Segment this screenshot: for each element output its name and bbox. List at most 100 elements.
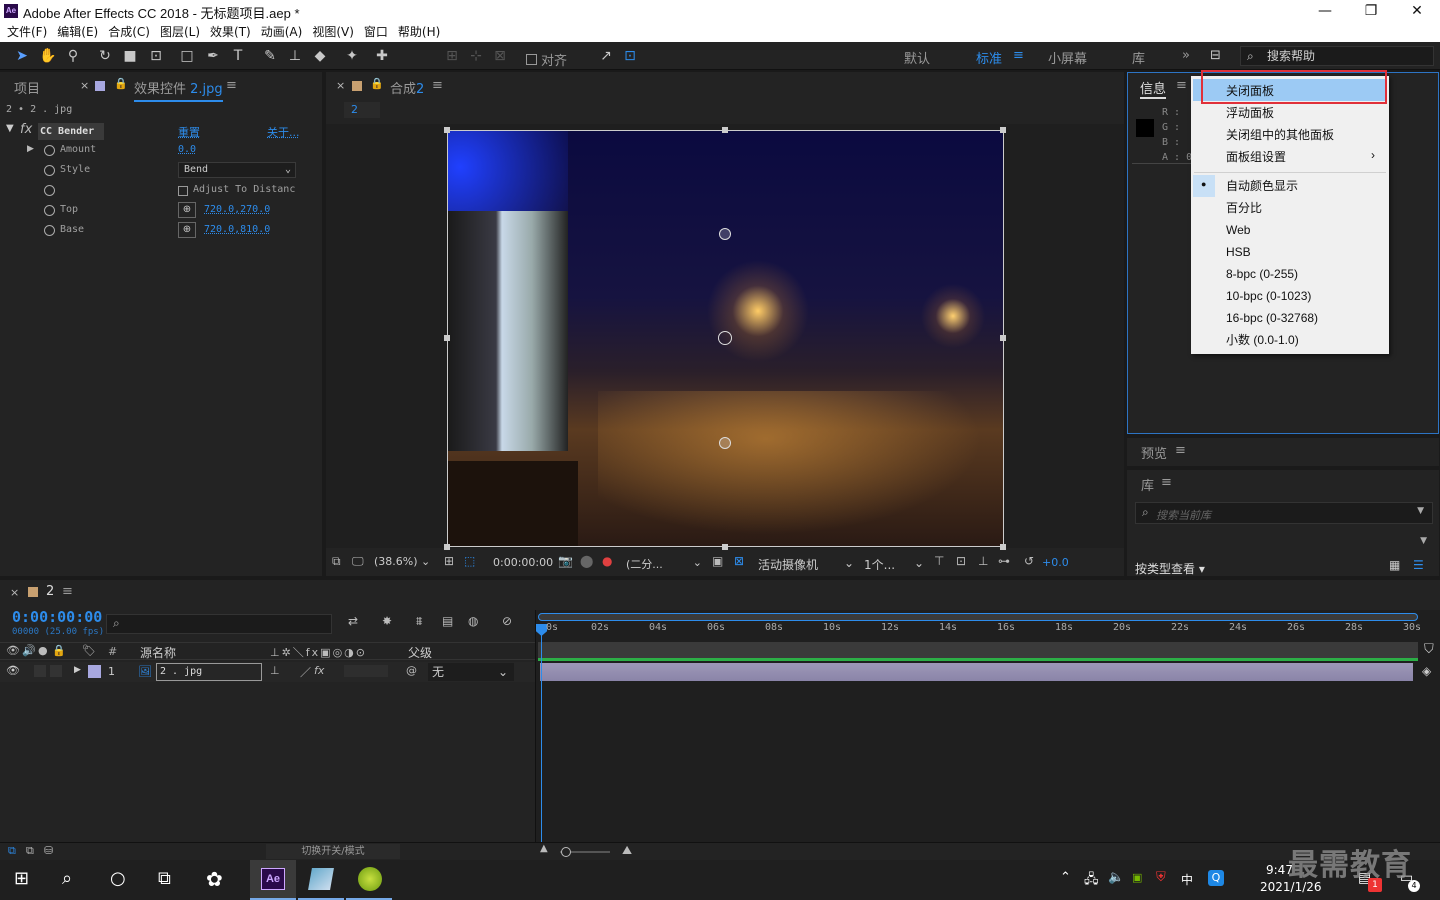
col-parent[interactable]: 父级 <box>408 644 432 661</box>
close-icon[interactable]: ✕ <box>1394 0 1440 22</box>
menu-item-percent[interactable]: 百分比 <box>1226 198 1262 218</box>
frame-blending-icon[interactable]: ▤ <box>442 614 453 628</box>
puppet-pin-tool-icon[interactable]: ✚ <box>372 46 392 66</box>
tab-info[interactable]: 信息 <box>1140 78 1167 99</box>
toggle-pixel-icon[interactable]: ⊤ <box>934 554 944 568</box>
selection-tool-icon[interactable]: ➤ <box>12 46 32 66</box>
tab-preview[interactable]: 预览 <box>1141 443 1167 462</box>
snapshot-icon[interactable]: 📷 <box>558 554 573 568</box>
adjust-checkbox[interactable] <box>178 186 188 196</box>
brush-tool-icon[interactable]: ✎ <box>260 46 280 66</box>
work-area-range[interactable] <box>538 613 1418 621</box>
graph-editor-icon[interactable]: ⊘ <box>502 614 512 628</box>
lock-icon[interactable]: 🔒 <box>370 77 384 90</box>
camera-tool-icon[interactable]: ■ <box>120 46 140 66</box>
menu-item-close-others[interactable]: 关闭组中的其他面板 <box>1226 125 1334 145</box>
world-axis-icon[interactable]: ⊹ <box>466 46 486 66</box>
video-eye-icon[interactable]: 👁 <box>6 644 20 657</box>
roto-brush-tool-icon[interactable]: ✦ <box>342 46 362 66</box>
menu-edit[interactable]: 编辑(E) <box>57 22 98 42</box>
label-tag-icon[interactable]: 🏷 <box>82 644 96 657</box>
region-of-interest-icon[interactable]: ▣ <box>712 554 723 568</box>
tab-close-icon[interactable]: × <box>80 79 89 92</box>
timeline-search-input[interactable]: ⌕ <box>106 614 332 634</box>
panel-menu-icon[interactable]: ≡ <box>62 584 73 599</box>
timing-icon[interactable]: ⛁ <box>44 844 53 857</box>
pinwheel-app-icon[interactable]: ✿ <box>206 867 223 891</box>
fx-icon[interactable]: fx <box>20 122 32 137</box>
volume-icon[interactable]: 🔈 <box>1108 870 1124 885</box>
zoom-tool-icon[interactable]: ⚲ <box>63 46 83 66</box>
snap-edges-icon[interactable]: ↗ <box>596 46 616 66</box>
menu-file[interactable]: 文件(F) <box>7 22 47 42</box>
base-value[interactable]: 720.0,810.0 <box>204 224 270 235</box>
menu-item-decimal[interactable]: 小数 (0.0-1.0) <box>1226 330 1299 350</box>
bounding-handle[interactable] <box>722 127 728 133</box>
monitor-icon[interactable]: 🖵 <box>352 554 364 569</box>
workspace-default[interactable]: 默认 <box>904 48 930 67</box>
taskbar-app-2[interactable] <box>298 860 344 900</box>
zoom-in-icon[interactable]: ⛰ <box>622 843 632 858</box>
menu-item-auto-color[interactable]: 自动颜色显示 <box>1226 176 1298 196</box>
panel-menu-icon[interactable]: ≡ <box>226 78 237 93</box>
tab-effect-controls[interactable]: 效果控件 2.jpg <box>134 78 223 102</box>
quality-switch-icon[interactable]: ／ <box>300 664 311 680</box>
transfer-controls-icon[interactable]: ⧉ <box>26 844 34 858</box>
panel-menu-icon[interactable]: ≡ <box>1175 443 1186 458</box>
stopwatch-icon[interactable] <box>44 165 55 176</box>
chevron-down-icon[interactable]: ▼ <box>1417 506 1424 516</box>
resolution-dropdown[interactable]: (二分... ⌄ <box>626 556 702 572</box>
snap-features-icon[interactable]: ⊡ <box>620 46 640 66</box>
bounding-handle[interactable] <box>444 335 450 341</box>
always-preview-icon[interactable]: ⧉ <box>332 554 341 569</box>
task-view-icon[interactable]: ⧉ <box>158 868 171 889</box>
ime-indicator[interactable]: 中 <box>1181 871 1193 888</box>
expand-triangle-icon[interactable]: ▶ <box>27 144 34 154</box>
menu-item-16bpc[interactable]: 16-bpc (0-32768) <box>1226 308 1318 328</box>
menu-view[interactable]: 视图(V) <box>312 22 354 42</box>
windows-start-icon[interactable]: ⊞ <box>14 868 29 889</box>
tab-project[interactable]: 项目 <box>14 78 40 97</box>
lock-icon[interactable]: 🔒 <box>52 644 66 657</box>
clone-stamp-tool-icon[interactable]: ⊥ <box>285 46 305 66</box>
snap-checkbox[interactable] <box>526 54 537 65</box>
stopwatch-icon[interactable] <box>44 145 55 156</box>
comp-breadcrumb[interactable]: 2 <box>344 102 380 118</box>
lock-icon[interactable]: 🔒 <box>114 77 128 90</box>
layer-duration-bar[interactable] <box>540 663 1413 681</box>
panel-menu-icon[interactable]: ≡ <box>1176 78 1187 93</box>
menu-effect[interactable]: 效果(T) <box>210 22 251 42</box>
menu-help[interactable]: 帮助(H) <box>398 22 440 42</box>
minimize-icon[interactable]: — <box>1302 0 1348 22</box>
view-by-type-dropdown[interactable]: 按类型查看 ▾ <box>1135 560 1205 577</box>
menu-item-hsb[interactable]: HSB <box>1226 242 1251 262</box>
timeline-icon[interactable]: ⊥ <box>978 554 988 568</box>
zoom-dropdown[interactable]: (38.6%) ⌄ <box>374 555 436 571</box>
stopwatch-icon[interactable] <box>44 185 55 196</box>
lock-box[interactable] <box>50 665 62 677</box>
network-icon[interactable]: 🖧 <box>1084 870 1099 892</box>
panel-menu-icon[interactable]: ≡ <box>1161 475 1172 490</box>
mask-toggle-icon[interactable]: ⬚ <box>464 554 475 568</box>
list-view-icon[interactable]: ☰ <box>1413 558 1424 572</box>
point-target-icon[interactable]: ⊕ <box>178 222 196 238</box>
channel-icon[interactable]: ● <box>602 554 612 568</box>
keyframe-nav-icon[interactable]: ◈ <box>1422 664 1431 678</box>
motion-blur-icon[interactable]: ◍ <box>468 614 478 628</box>
restore-icon[interactable]: ❐ <box>1348 0 1394 22</box>
base-point-control[interactable] <box>719 437 731 449</box>
transparency-grid-icon[interactable]: ⊠ <box>734 554 744 568</box>
menu-composition[interactable]: 合成(C) <box>108 22 150 42</box>
tray-chevron-up-icon[interactable]: ⌃ <box>1060 870 1071 885</box>
layer-row[interactable]: 👁 ▶ 1 🖼 2 . jpg ⊥ ／ fx @ 无 ⌄ <box>0 662 535 682</box>
comp-mini-flowchart-icon[interactable]: ⇄ <box>348 614 358 628</box>
menu-item-8bpc[interactable]: 8-bpc (0-255) <box>1226 264 1298 284</box>
switch-boxes[interactable] <box>344 665 388 677</box>
cortana-icon[interactable]: ○ <box>110 868 126 889</box>
about-link[interactable]: 关于... <box>267 124 300 140</box>
playhead-line[interactable] <box>541 624 542 842</box>
tab-close-icon[interactable]: × <box>336 79 345 92</box>
show-snapshot-icon[interactable]: ⬤ <box>580 554 593 568</box>
stopwatch-icon[interactable] <box>44 205 55 216</box>
layer-switches-icon[interactable]: ⧉ <box>8 844 16 858</box>
